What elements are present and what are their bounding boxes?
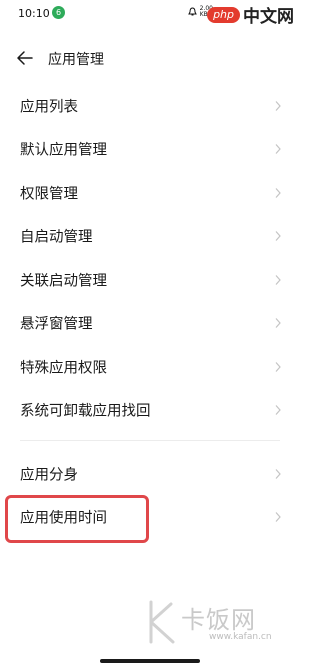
kafan-watermark: 卡饭网 www.kafan.cn xyxy=(145,598,295,658)
header: 应用管理 xyxy=(0,42,300,74)
kafan-watermark-url: www.kafan.cn xyxy=(209,632,272,642)
php-logo: php xyxy=(207,6,240,23)
chevron-right-icon xyxy=(275,468,281,479)
page-title: 应用管理 xyxy=(48,52,104,68)
settings-list: 应用列表 默认应用管理 权限管理 自启动管理 关联启动管理 悬浮窗管理 特殊应用… xyxy=(0,84,300,432)
chevron-right-icon xyxy=(275,144,281,155)
list-item-special-permissions[interactable]: 特殊应用权限 xyxy=(0,345,300,389)
list-item-label: 权限管理 xyxy=(20,186,78,203)
bell-icon xyxy=(187,7,197,16)
section-divider xyxy=(20,440,280,441)
list-item-label: 自启动管理 xyxy=(20,229,93,246)
list-item-label: 应用分身 xyxy=(20,467,78,484)
list-item-label: 系统可卸载应用找回 xyxy=(20,403,151,420)
kafan-logo-icon xyxy=(149,600,175,644)
chevron-right-icon xyxy=(275,231,281,242)
list-item-default-apps[interactable]: 默认应用管理 xyxy=(0,128,300,172)
list-item-app-list[interactable]: 应用列表 xyxy=(0,84,300,128)
chevron-right-icon xyxy=(275,318,281,329)
list-item-label: 应用列表 xyxy=(20,99,78,116)
app-notification-badge: 6 xyxy=(52,6,65,19)
list-item-associated-start[interactable]: 关联启动管理 xyxy=(0,258,300,302)
list-item-floating-window[interactable]: 悬浮窗管理 xyxy=(0,302,300,346)
back-arrow-icon[interactable] xyxy=(16,50,34,66)
highlight-box xyxy=(5,495,149,543)
chevron-right-icon xyxy=(275,274,281,285)
list-item-label: 悬浮窗管理 xyxy=(20,316,93,333)
status-bar: 10:10 6 2.00 KB/s php 中文网 xyxy=(0,0,300,28)
status-time: 10:10 xyxy=(18,7,50,20)
list-item-recover-system-apps[interactable]: 系统可卸载应用找回 xyxy=(0,389,300,433)
php-watermark: php 中文网 xyxy=(207,2,294,27)
chevron-right-icon xyxy=(275,405,281,416)
chevron-right-icon xyxy=(275,100,281,111)
list-item-app-clone[interactable]: 应用分身 xyxy=(0,452,300,496)
chevron-right-icon xyxy=(275,361,281,372)
list-item-label: 默认应用管理 xyxy=(20,142,107,159)
list-item-label: 特殊应用权限 xyxy=(20,360,107,377)
list-item-autostart[interactable]: 自启动管理 xyxy=(0,215,300,259)
kafan-watermark-name: 卡饭网 xyxy=(181,606,256,634)
chevron-right-icon xyxy=(275,512,281,523)
list-item-label: 关联启动管理 xyxy=(20,273,107,290)
gesture-navigation-bar[interactable] xyxy=(100,659,200,663)
php-watermark-text: 中文网 xyxy=(243,7,294,27)
list-item-permissions[interactable]: 权限管理 xyxy=(0,171,300,215)
chevron-right-icon xyxy=(275,187,281,198)
